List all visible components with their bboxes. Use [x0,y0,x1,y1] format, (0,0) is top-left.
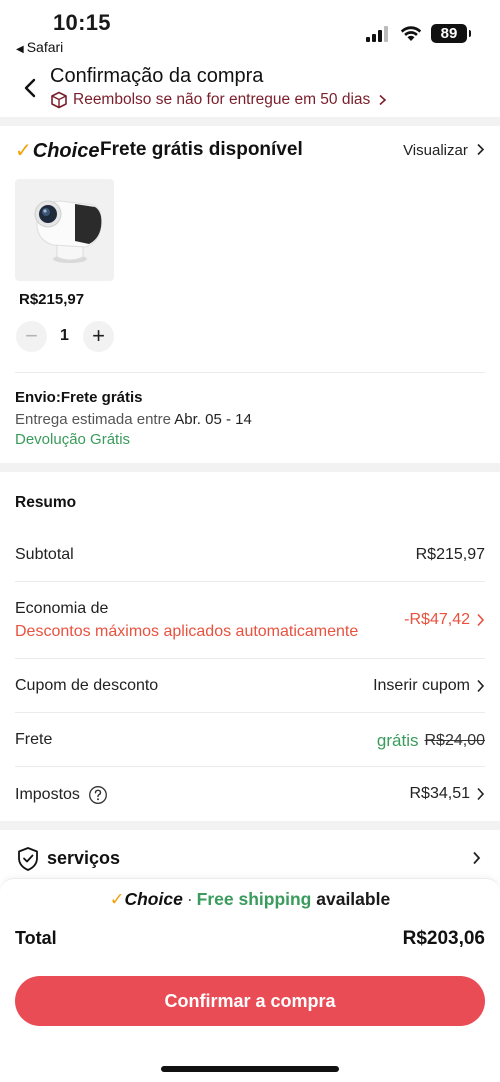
quantity-decrease-button[interactable]: − [16,321,47,352]
checkout-footer: Total R$203,06 Confirmar a compra [0,918,500,1082]
confirm-purchase-button[interactable]: Confirmar a compra [15,976,485,1026]
signal-icon [366,26,390,42]
section-divider [0,463,500,472]
chevron-right-icon [477,143,485,156]
shipping-fee-value: grátis R$24,00 [377,731,485,751]
divider [15,658,485,659]
promo-free-shipping: Free shipping [196,889,312,909]
help-icon[interactable] [88,785,108,805]
product-image[interactable] [15,179,114,281]
savings-label: Economia de [15,600,109,617]
subtotal-amount: R$215,97 [415,546,485,563]
section-divider [0,821,500,830]
savings-link[interactable]: -R$47,42 [404,611,485,629]
taxes-link[interactable]: R$34,51 [410,785,486,803]
page-title: Confirmação da compra [50,65,264,87]
status-bar: 10:15 ◀ Safari 89 [0,0,500,60]
promo-choice-text: Choice [124,889,183,909]
shipping-fee-label: Frete [15,731,53,748]
savings-value: -R$47,42 [404,611,470,628]
chevron-right-icon [477,787,485,801]
promo-separator: · [186,889,193,909]
package-icon [51,91,67,109]
section-divider [0,117,500,126]
checkmark-icon: ✓ [109,889,125,909]
free-shipping-banner: ✓Choice · Free shipping available [0,878,500,918]
back-arrow-icon[interactable] [20,77,42,99]
promo-choice-logo: ✓Choice [110,889,183,909]
chevron-right-icon [379,94,387,106]
services-label: serviços [47,848,121,868]
insert-coupon-text: Inserir cupom [373,677,470,694]
divider [15,712,485,713]
shipping-method: Envio:Frete grátis [15,389,143,406]
chevron-right-icon [477,613,485,627]
delivery-estimate-dates: Abr. 05 - 14 [174,411,252,428]
total-label: Total [15,928,57,948]
refund-guarantee-text: Reembolso se não for entregue em 50 dias [73,91,371,108]
summary-title: Resumo [15,494,77,511]
free-returns-label: Devolução Grátis [15,431,131,448]
free-shipping-available: Frete grátis disponível [100,139,303,160]
choice-logo: ✓Choice [15,138,99,163]
shipping-free-text: grátis [376,731,419,750]
savings-note: Descontos máximos aplicados automaticame… [15,623,359,640]
home-indicator[interactable] [161,1066,339,1072]
services-row[interactable]: serviços [15,845,485,873]
quantity-increase-button[interactable]: + [83,321,114,352]
chevron-right-icon [477,679,485,693]
checkmark-icon: ✓ [15,140,32,162]
store-header: ✓Choice Frete grátis disponível Visualiz… [15,136,485,166]
shield-check-icon [18,847,38,871]
back-triangle-icon: ◀ [16,44,24,55]
wifi-icon [400,26,422,41]
choice-logo-text: Choice [32,140,100,162]
view-link-label: Visualizar [403,142,468,159]
subtotal-value: R$215,97 [416,546,485,564]
status-time: 10:15 [53,10,111,35]
insert-coupon-link[interactable]: Inserir cupom [373,677,485,695]
delivery-estimate: Entrega estimada entre Abr. 05 - 14 [15,411,252,428]
page-header: Confirmação da compra Reembolso se não f… [0,60,500,117]
chevron-right-icon [473,851,481,865]
projector-image [34,200,102,263]
shipping-original-price: R$24,00 [424,732,486,749]
quantity-value: 1 [60,327,69,344]
taxes-label: Impostos [15,786,80,803]
taxes-value: R$34,51 [409,785,471,802]
battery-icon: 89 [431,24,471,43]
back-app-label: Safari [26,39,64,55]
coupon-label: Cupom de desconto [15,677,159,694]
total-value: R$203,06 [402,928,485,949]
delivery-estimate-prefix: Entrega estimada entre [15,411,175,428]
divider [15,372,485,373]
taxes-row-label: Impostos [15,785,108,805]
divider [15,766,485,767]
back-to-app-link[interactable]: ◀ Safari [16,39,63,55]
product-price: R$215,97 [19,291,85,308]
subtotal-label: Subtotal [15,546,74,563]
divider [15,581,485,582]
view-link[interactable]: Visualizar [403,142,485,159]
refund-guarantee-link[interactable]: Reembolso se não for entregue em 50 dias [50,91,392,109]
promo-available: available [316,889,391,909]
